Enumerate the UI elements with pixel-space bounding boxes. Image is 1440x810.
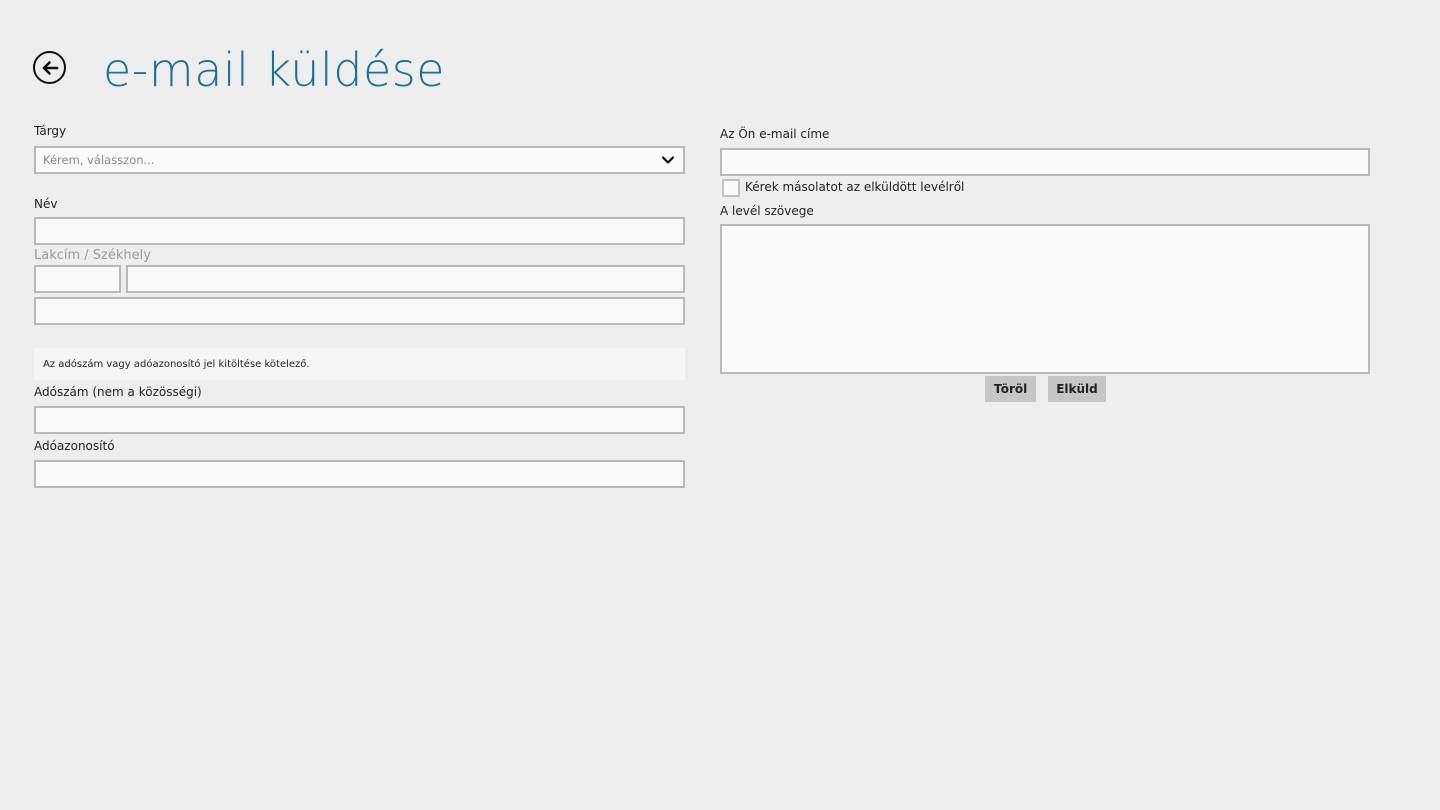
message-textarea[interactable] (720, 224, 1370, 374)
page-title: e-mail küldése (103, 43, 446, 97)
subject-select[interactable]: Kérem, válasszon... (34, 146, 685, 174)
subject-label: Tárgy (34, 124, 67, 138)
email-input[interactable] (720, 148, 1370, 176)
zip-code-input[interactable] (34, 265, 121, 293)
message-label: A levél szövege (720, 204, 814, 218)
back-button[interactable] (33, 51, 66, 84)
copy-checkbox[interactable] (722, 179, 740, 197)
name-input[interactable] (34, 217, 685, 245)
arrow-left-icon (42, 60, 58, 75)
tax-id-input[interactable] (34, 460, 685, 488)
email-label: Az Ön e-mail címe (720, 127, 830, 141)
city-input[interactable] (126, 265, 685, 293)
tax-number-label: Adószám (nem a közösségi) (34, 385, 202, 399)
street-address-input[interactable] (34, 297, 685, 325)
address-label: Lakcím / Székhely (34, 248, 151, 263)
clear-button[interactable]: Töröl (985, 376, 1036, 402)
copy-checkbox-label: Kérek másolatot az elküldött levélről (745, 180, 965, 194)
tax-number-input[interactable] (34, 406, 685, 434)
send-button[interactable]: Elküld (1048, 376, 1106, 402)
chevron-down-icon (661, 153, 675, 167)
tax-id-label: Adóazonosító (34, 439, 115, 453)
subject-placeholder: Kérem, válasszon... (43, 153, 155, 167)
required-notice: Az adószám vagy adóazonosító jel kitölté… (34, 348, 685, 380)
name-label: Név (34, 197, 58, 211)
